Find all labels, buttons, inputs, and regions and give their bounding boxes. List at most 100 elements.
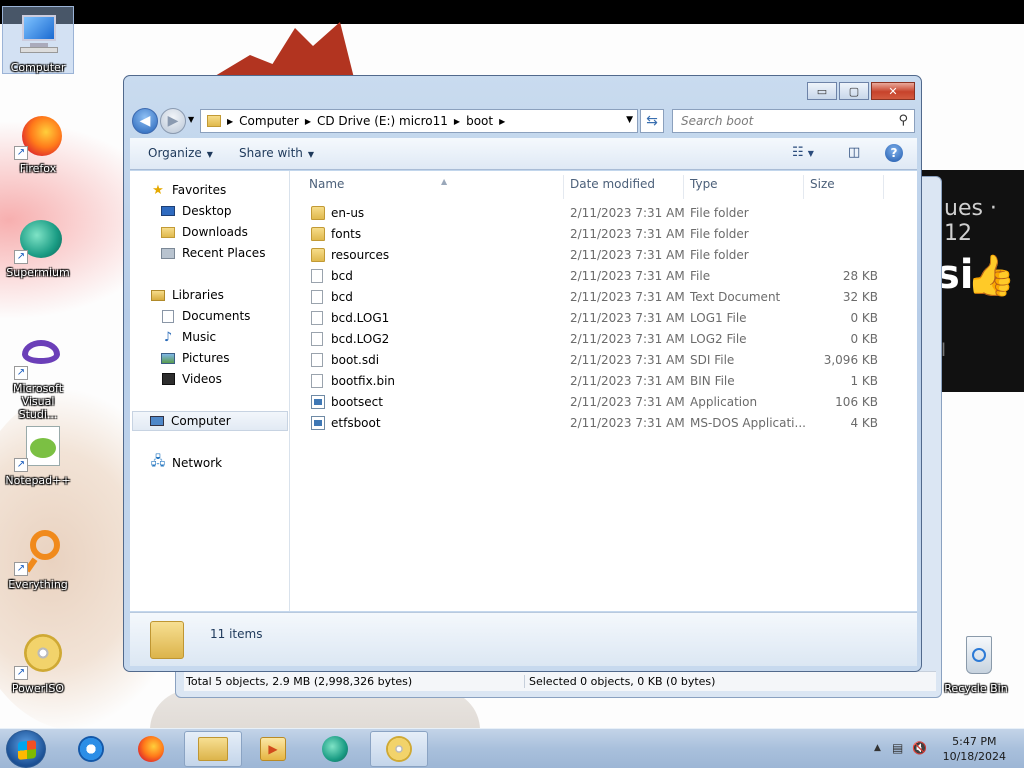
nav-label: Videos: [182, 372, 222, 386]
column-header-type[interactable]: Type: [684, 175, 804, 199]
taskbar-poweriso[interactable]: [370, 731, 428, 767]
file-date-modified: 2/11/2023 7:31 AM: [570, 248, 685, 262]
firefox-icon: ↗: [14, 112, 62, 160]
nav-network[interactable]: 🖧 Network: [150, 453, 222, 473]
address-history-dropdown-icon[interactable]: ▼: [626, 115, 633, 125]
details-pane: 11 items: [130, 612, 917, 666]
nav-videos[interactable]: Videos: [160, 369, 222, 389]
maximize-button[interactable]: ▢: [839, 82, 869, 100]
nav-favorites[interactable]: ★ Favorites: [150, 180, 226, 200]
column-header-date-modified[interactable]: Date modified: [564, 175, 684, 199]
file-name: etfsboot: [331, 416, 381, 430]
file-row[interactable]: resources 2/11/2023 7:31 AM File folder: [303, 245, 903, 266]
search-box[interactable]: ⚲: [672, 109, 915, 133]
breadcrumb-boot[interactable]: boot: [466, 114, 493, 128]
caption-buttons: ▭ ▢ ✕: [807, 82, 915, 100]
file-name: bcd.LOG1: [331, 311, 390, 325]
nav-computer[interactable]: Computer: [132, 411, 288, 431]
file-name: bcd.LOG2: [331, 332, 390, 346]
file-row[interactable]: bcd.LOG2 2/11/2023 7:31 AM LOG2 File 0 KB: [303, 329, 903, 350]
wallpaper-flame: [205, 22, 355, 82]
breadcrumb-chevron-icon[interactable]: ▶: [305, 117, 311, 126]
show-hidden-icons-chevron-icon[interactable]: ▲: [874, 743, 881, 753]
address-bar[interactable]: ▶ Computer ▶ CD Drive (E:) micro11 ▶ boo…: [200, 109, 638, 133]
search-input[interactable]: [679, 111, 889, 131]
desktop-icon-recycle-bin[interactable]: Recycle Bin: [940, 632, 1012, 695]
desktop-icon-firefox[interactable]: ↗ Firefox: [2, 112, 74, 175]
breadcrumb-chevron-icon[interactable]: ▶: [499, 117, 505, 126]
nav-libraries[interactable]: Libraries: [150, 285, 224, 305]
file-row[interactable]: en-us 2/11/2023 7:31 AM File folder: [303, 203, 903, 224]
desktop-icon-visual-studio[interactable]: ↗ Microsoft Visual Studi...: [2, 332, 74, 421]
breadcrumb-chevron-icon[interactable]: ▶: [454, 117, 460, 126]
file-row[interactable]: bcd 2/11/2023 7:31 AM Text Document 32 KB: [303, 287, 903, 308]
start-button[interactable]: [6, 730, 46, 768]
search-icon[interactable]: ⚲: [898, 113, 908, 128]
breadcrumb-chevron-icon[interactable]: ▶: [227, 117, 233, 126]
nav-music[interactable]: ♪ Music: [160, 327, 216, 347]
nav-desktop[interactable]: Desktop: [160, 201, 232, 221]
close-button[interactable]: ✕: [871, 82, 915, 100]
file-date-modified: 2/11/2023 7:31 AM: [570, 374, 685, 388]
volume-muted-icon[interactable]: 🔇: [912, 741, 927, 755]
file-date-modified: 2/11/2023 7:31 AM: [570, 311, 685, 325]
help-icon: ?: [890, 146, 898, 160]
taskbar-internet-explorer[interactable]: [62, 731, 120, 767]
desktop-icon-supermium[interactable]: ↗ Supermium: [2, 216, 74, 279]
column-header-size[interactable]: Size: [804, 175, 884, 199]
column-header-name[interactable]: Name ▲: [303, 175, 564, 199]
desktop-icon-notepadpp[interactable]: ↗ Notepad++: [2, 424, 74, 487]
taskbar-windows-explorer[interactable]: [184, 731, 242, 767]
network-status-icon[interactable]: ▤: [892, 741, 903, 755]
sort-ascending-icon: ▲: [441, 177, 448, 186]
file-row[interactable]: etfsboot 2/11/2023 7:31 AM MS-DOS Applicat…: [303, 413, 903, 434]
nav-pictures[interactable]: Pictures: [160, 348, 230, 368]
share-with-menu[interactable]: Share with ▼: [239, 146, 314, 160]
explorer-window[interactable]: ▭ ▢ ✕ ◀ ▶ ▼ ▶ Computer ▶ CD Drive (E:) m…: [123, 75, 922, 672]
file-row[interactable]: boot.sdi 2/11/2023 7:31 AM SDI File 3,096 K…: [303, 350, 903, 371]
breadcrumb-cd-drive[interactable]: CD Drive (E:) micro11: [317, 114, 448, 128]
file-name: bcd: [331, 269, 353, 283]
file-row[interactable]: bcd.LOG1 2/11/2023 7:31 AM LOG1 File 0 KB: [303, 308, 903, 329]
navigation-pane: ★ Favorites Desktop Downloads Recent Plac…: [130, 171, 290, 611]
recent-pages-dropdown-icon[interactable]: ▼: [188, 115, 194, 124]
preview-pane-button[interactable]: ◫: [848, 145, 860, 160]
taskbar-firefox[interactable]: [122, 731, 180, 767]
file-row[interactable]: fonts 2/11/2023 7:31 AM File folder: [303, 224, 903, 245]
file-type: BIN File: [690, 374, 735, 388]
taskbar-media-player[interactable]: ▶: [244, 731, 302, 767]
desktop-icon-poweriso[interactable]: ↗ PowerISO: [2, 632, 74, 695]
help-button[interactable]: ?: [885, 144, 903, 162]
file-type: LOG2 File: [690, 332, 747, 346]
desktop-icon-everything[interactable]: ↗ Everything: [2, 528, 74, 591]
view-details-icon: ☷: [792, 145, 804, 160]
forward-button[interactable]: ▶: [160, 108, 186, 134]
back-button[interactable]: ◀: [132, 108, 158, 134]
nav-label: Documents: [182, 309, 251, 323]
desktop-icon-computer[interactable]: Computer: [2, 6, 74, 74]
refresh-button[interactable]: ⇆: [640, 109, 664, 133]
chevron-down-icon: ▼: [807, 149, 814, 158]
breadcrumb-computer[interactable]: Computer: [239, 114, 299, 128]
file-name: bootsect: [331, 395, 383, 409]
nav-label: Desktop: [182, 204, 232, 218]
file-row[interactable]: bcd 2/11/2023 7:31 AM File 28 KB: [303, 266, 903, 287]
nav-recent-places[interactable]: Recent Places: [160, 243, 265, 263]
application-icon: [311, 416, 325, 430]
file-type: SDI File: [690, 353, 735, 367]
nav-downloads[interactable]: Downloads: [160, 222, 248, 242]
file-row[interactable]: bootfix.bin 2/11/2023 7:31 AM BIN File 1 KB: [303, 371, 903, 392]
shortcut-arrow-icon: ↗: [14, 146, 28, 160]
network-icon: 🖧: [150, 454, 166, 469]
change-view-button[interactable]: ☷ ▼: [792, 145, 814, 160]
taskbar-supermium[interactable]: [306, 731, 364, 767]
folder-icon: [311, 248, 325, 262]
taskbar-clock[interactable]: 5:47 PM 10/18/2024: [943, 734, 1006, 764]
minimize-button[interactable]: ▭: [807, 82, 837, 100]
computer-icon: [14, 11, 62, 59]
file-date-modified: 2/11/2023 7:31 AM: [570, 227, 685, 241]
file-row[interactable]: bootsect 2/11/2023 7:31 AM Application 106 …: [303, 392, 903, 413]
nav-documents[interactable]: Documents: [160, 306, 250, 326]
organize-menu[interactable]: Organize ▼: [148, 146, 213, 160]
file-size: 0 KB: [850, 332, 878, 346]
